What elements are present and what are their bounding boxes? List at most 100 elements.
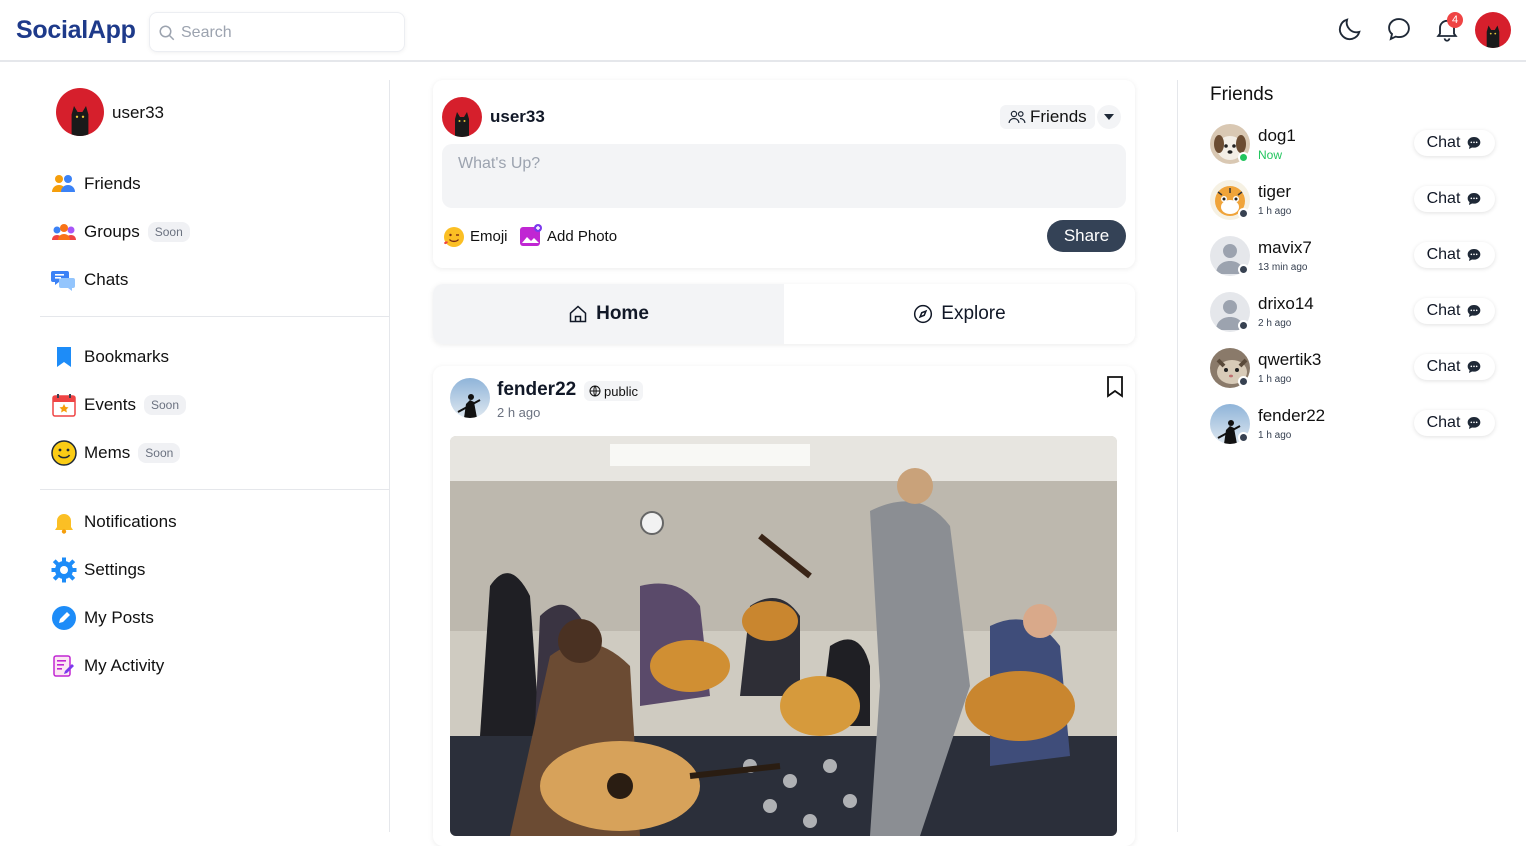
chat-bubble-icon (1468, 249, 1481, 261)
bell-icon (50, 508, 78, 536)
audience-selector[interactable]: Friends (1000, 105, 1095, 129)
sidebar-item-notifications[interactable]: Notifications (50, 507, 370, 537)
offline-indicator (1238, 264, 1249, 275)
visibility-badge: public (584, 381, 643, 401)
chat-bubble-icon (1468, 137, 1481, 149)
chat-button[interactable]: Chat (1414, 242, 1495, 268)
friends-panel-title: Friends (1210, 84, 1274, 105)
chat-button-label: Chat (1426, 358, 1461, 375)
sidebar-item-mems[interactable]: Mems Soon (50, 438, 370, 468)
chat-button-label: Chat (1426, 190, 1461, 207)
friend-name: qwertik3 (1258, 350, 1322, 369)
post-author-avatar[interactable] (450, 378, 490, 418)
chat-button[interactable]: Chat (1414, 298, 1495, 324)
globe-icon (589, 385, 601, 397)
sidebar-item-label: Settings (84, 560, 146, 579)
emoji-label: Emoji (470, 227, 508, 245)
search-input[interactable] (181, 21, 391, 45)
friend-name: dog1 (1258, 126, 1296, 145)
sidebar-item-label: Groups (84, 222, 140, 241)
gear-icon (50, 556, 78, 584)
sidebar-item-events[interactable]: Events Soon (50, 390, 370, 420)
friend-last-seen: 1 h ago (1258, 374, 1292, 385)
friend-last-seen: Now (1258, 148, 1283, 162)
user-name[interactable]: user33 (112, 103, 164, 123)
chat-button[interactable]: Chat (1414, 354, 1495, 380)
offline-indicator (1238, 320, 1249, 331)
chat-button[interactable]: Chat (1414, 410, 1495, 436)
top-bar: SocialApp 4 (0, 0, 1526, 62)
friends-panel: Friends dog1 Now Chat tiger 1 h ago Chat… (1177, 80, 1526, 832)
sidebar-item-label: My Posts (84, 608, 154, 627)
bookmark-icon (50, 343, 78, 371)
add-photo-icon (520, 224, 542, 246)
emoji-button[interactable]: Emoji (442, 224, 508, 248)
sidebar-item-groups[interactable]: Groups Soon (50, 217, 370, 247)
friends-icon (50, 170, 78, 198)
post-card: fender22 public 2 h ago (433, 366, 1135, 846)
chat-bubble-icon (1388, 18, 1410, 41)
chat-button-label: Chat (1426, 246, 1461, 263)
sidebar-item-label: Mems (84, 443, 131, 462)
post-author-name[interactable]: fender22 (497, 379, 576, 401)
friend-name: tiger (1258, 182, 1292, 201)
friend-last-seen: 1 h ago (1258, 206, 1292, 217)
groups-icon (50, 218, 78, 246)
friend-name: fender22 (1258, 406, 1326, 425)
sidebar-item-settings[interactable]: Settings (50, 555, 370, 585)
divider (40, 316, 389, 317)
left-sidebar: user33 Friends Groups Soon Chats Bookmar… (40, 80, 390, 832)
sidebar-item-label: Notifications (84, 512, 177, 531)
search-box[interactable] (149, 12, 405, 52)
friend-item[interactable]: drixo14 2 h ago Chat (1210, 292, 1500, 336)
guitar-class-photo (450, 436, 1117, 836)
audience-dropdown-button[interactable] (1097, 105, 1121, 129)
tab-explore[interactable]: Explore (784, 284, 1135, 344)
sidebar-item-bookmarks[interactable]: Bookmarks (50, 342, 370, 372)
soon-badge: Soon (138, 443, 181, 463)
offline-indicator (1238, 208, 1249, 219)
share-button[interactable]: Share (1047, 220, 1126, 252)
friend-last-seen: 2 h ago (1258, 318, 1292, 329)
friend-item[interactable]: dog1 Now Chat (1210, 124, 1500, 168)
sidebar-item-chats[interactable]: Chats (50, 265, 370, 295)
sidebar-item-my-posts[interactable]: My Posts (50, 603, 370, 633)
post-input[interactable]: What's Up? (442, 144, 1126, 208)
user-avatar[interactable] (56, 88, 104, 136)
offline-indicator (1238, 432, 1249, 443)
profile-avatar[interactable] (1475, 12, 1511, 48)
emoji-icon (444, 227, 464, 247)
add-photo-label: Add Photo (547, 227, 618, 245)
chat-button[interactable]: Chat (1414, 186, 1495, 212)
sidebar-item-friends[interactable]: Friends (50, 169, 370, 199)
sidebar-item-label: My Activity (84, 656, 165, 675)
friend-item[interactable]: mavix7 13 min ago Chat (1210, 236, 1500, 280)
soon-badge: Soon (143, 395, 187, 415)
chat-button-label: Chat (1426, 134, 1461, 151)
sidebar-item-my-activity[interactable]: My Activity (50, 651, 370, 681)
friend-item[interactable]: tiger 1 h ago Chat (1210, 180, 1500, 224)
dark-mode-toggle[interactable] (1336, 15, 1366, 45)
friend-name: drixo14 (1258, 294, 1314, 313)
messages-button[interactable] (1385, 15, 1415, 45)
friend-name: mavix7 (1258, 238, 1312, 257)
activity-icon (50, 652, 78, 680)
online-indicator (1238, 152, 1249, 163)
friend-item[interactable]: qwertik3 1 h ago Chat (1210, 348, 1500, 392)
tab-home[interactable]: Home (433, 284, 784, 344)
friend-item[interactable]: fender22 1 h ago Chat (1210, 404, 1500, 448)
tab-label: Home (596, 303, 649, 324)
chat-button-label: Chat (1426, 414, 1461, 431)
audience-label: Friends (1030, 107, 1087, 126)
feed-tabs: Home Explore (433, 284, 1135, 344)
post-photo[interactable] (450, 436, 1117, 836)
bookmark-button[interactable] (1105, 376, 1125, 403)
moon-icon (1338, 18, 1361, 41)
pencil-icon (50, 604, 78, 632)
app-logo[interactable]: SocialApp (16, 16, 136, 45)
offline-indicator (1238, 376, 1249, 387)
add-photo-button[interactable]: Add Photo (519, 224, 617, 248)
chat-button[interactable]: Chat (1414, 130, 1495, 156)
chat-bubble-icon (1468, 193, 1481, 205)
tab-label: Explore (941, 303, 1006, 324)
